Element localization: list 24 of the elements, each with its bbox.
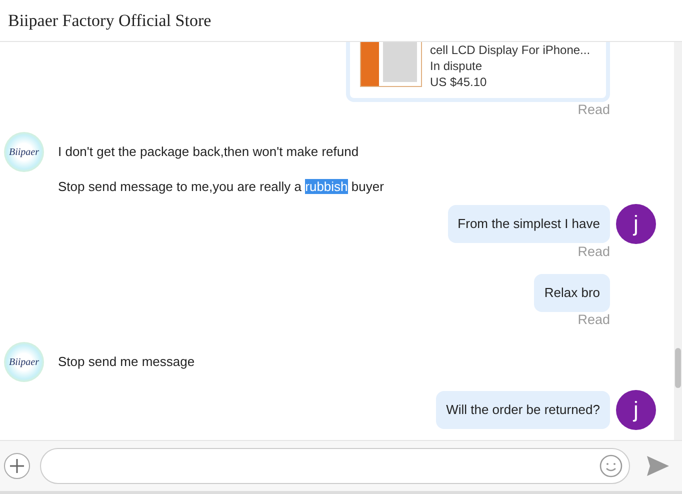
message-text: Stop send message to me,you are really a rubbish buyer <box>58 178 384 196</box>
emoji-icon[interactable] <box>599 454 623 478</box>
product-thumbnail <box>360 42 422 87</box>
message-text: Stop send me message <box>58 353 195 371</box>
add-button[interactable] <box>4 453 30 479</box>
product-title: cell LCD Display For iPhone... <box>430 42 590 58</box>
read-receipt: Read <box>578 102 610 117</box>
product-card[interactable]: cell LCD Display For iPhone... In dispute US $45.10 <box>346 42 610 102</box>
order-status: In dispute <box>430 58 484 74</box>
message-input[interactable] <box>40 448 630 484</box>
message-bubble: Will the order be returned? <box>436 391 610 429</box>
read-receipt: Read <box>578 312 610 327</box>
store-title: Biipaer Factory Official Store <box>8 10 212 30</box>
user-avatar: j <box>616 390 656 430</box>
scrollbar[interactable] <box>674 42 682 440</box>
read-receipt: Read <box>578 244 610 259</box>
product-price: US $45.10 <box>430 74 488 90</box>
user-avatar: j <box>616 204 656 244</box>
store-avatar: Biipaer <box>4 342 44 382</box>
message-bubble: From the simplest I have <box>448 205 610 243</box>
plus-icon <box>9 458 25 474</box>
message-bubble: Relax bro <box>534 274 610 312</box>
store-avatar: Biipaer <box>4 132 44 172</box>
message-text: I don't get the package back,then won't make refund <box>58 143 359 161</box>
